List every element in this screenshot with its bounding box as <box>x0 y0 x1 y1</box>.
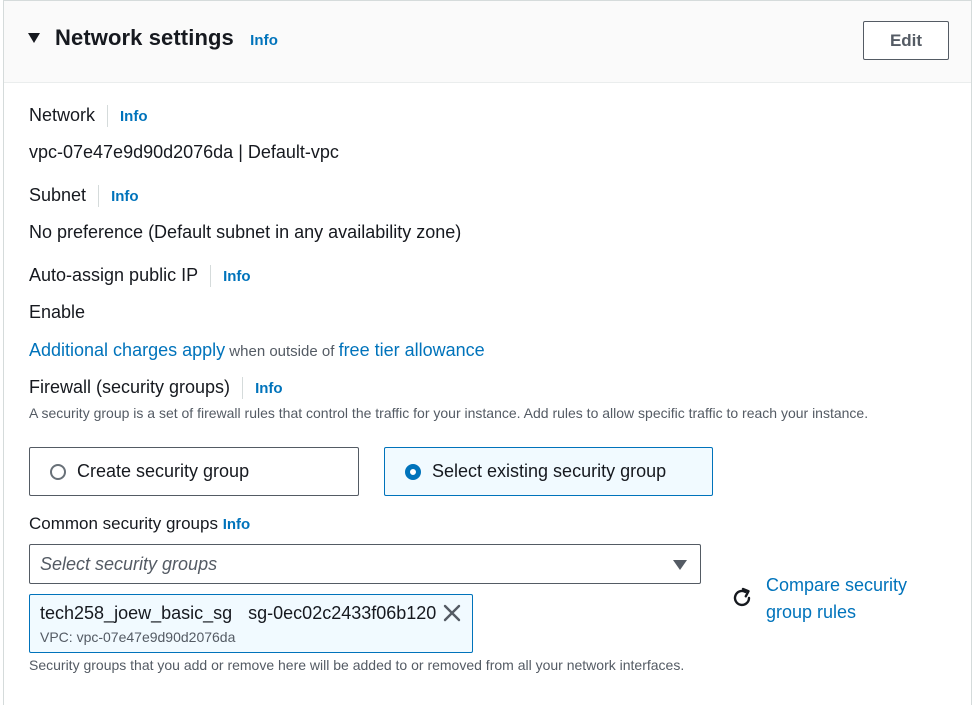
auto-assign-ip-value: Enable <box>29 302 86 322</box>
panel-header: Network settings Info Edit <box>4 1 971 83</box>
charges-middle-text: when outside of <box>225 343 339 360</box>
charges-note: Additional charges apply when outside of… <box>29 340 485 361</box>
divider <box>242 377 244 400</box>
title-info-link[interactable]: Info <box>250 32 278 49</box>
dropdown-arrow-icon[interactable] <box>673 560 687 570</box>
network-label: Network <box>29 105 96 125</box>
auto-assign-ip-label-row: Auto-assign public IP Info <box>29 265 251 288</box>
radio-icon[interactable] <box>405 463 421 480</box>
caret-down-icon[interactable] <box>28 33 40 43</box>
security-groups-footer-note: Security groups that you add or remove h… <box>29 657 685 673</box>
network-info-link[interactable]: Info <box>120 108 148 125</box>
network-label-row: Network Info <box>29 105 148 128</box>
select-existing-security-group-option[interactable]: Select existing security group <box>384 447 713 496</box>
security-group-name: tech258_joew_basic_sg <box>40 603 233 623</box>
common-sg-label-row: Common security groups Info <box>29 514 250 534</box>
firewall-label-row: Firewall (security groups) Info <box>29 377 283 400</box>
close-icon[interactable] <box>441 602 463 624</box>
additional-charges-link[interactable]: Additional charges apply <box>29 340 225 360</box>
select-existing-security-group-label: Select existing security group <box>432 461 667 481</box>
radio-icon[interactable] <box>50 463 66 480</box>
edit-button[interactable]: Edit <box>863 21 949 60</box>
network-settings-panel: Network settings Info Edit Network Info v… <box>3 0 972 705</box>
security-group-vpc: VPC: vpc-07e47e9d90d2076da <box>40 629 236 645</box>
auto-assign-ip-label: Auto-assign public IP <box>29 265 199 285</box>
network-value: vpc-07e47e9d90d2076da | Default-vpc <box>29 142 339 162</box>
common-sg-label: Common security groups <box>29 514 218 533</box>
divider <box>98 185 100 208</box>
subnet-value: No preference (Default subnet in any ava… <box>29 222 462 242</box>
token-name-row: tech258_joew_basic_sg sg-0ec02c2433f06b1… <box>40 603 436 624</box>
compare-security-group-rules-link[interactable]: Compare security group rules <box>766 572 907 626</box>
compare-line1: Compare security <box>766 575 908 595</box>
create-security-group-label: Create security group <box>77 461 250 481</box>
subnet-label: Subnet <box>29 185 87 205</box>
title-text: Network settings <box>55 25 234 50</box>
selected-security-group-token: tech258_joew_basic_sg sg-0ec02c2433f06b1… <box>29 594 473 653</box>
firewall-label: Firewall (security groups) <box>29 377 231 397</box>
subnet-label-row: Subnet Info <box>29 185 139 208</box>
firewall-description: A security group is a set of firewall ru… <box>29 405 869 421</box>
security-groups-select[interactable]: Select security groups <box>29 544 701 584</box>
page-title: Network settings Info <box>55 25 278 51</box>
security-group-id: sg-0ec02c2433f06b120 <box>248 603 437 623</box>
auto-assign-ip-info-link[interactable]: Info <box>223 268 251 285</box>
firewall-info-link[interactable]: Info <box>255 380 283 397</box>
free-tier-link[interactable]: free tier allowance <box>339 340 485 360</box>
subnet-info-link[interactable]: Info <box>111 188 139 205</box>
refresh-icon[interactable] <box>730 586 754 610</box>
common-sg-info-link[interactable]: Info <box>223 516 251 533</box>
divider <box>107 105 109 128</box>
divider <box>210 265 212 288</box>
create-security-group-option[interactable]: Create security group <box>29 447 359 496</box>
compare-line2: group rules <box>766 602 857 622</box>
security-groups-placeholder: Select security groups <box>40 554 218 574</box>
